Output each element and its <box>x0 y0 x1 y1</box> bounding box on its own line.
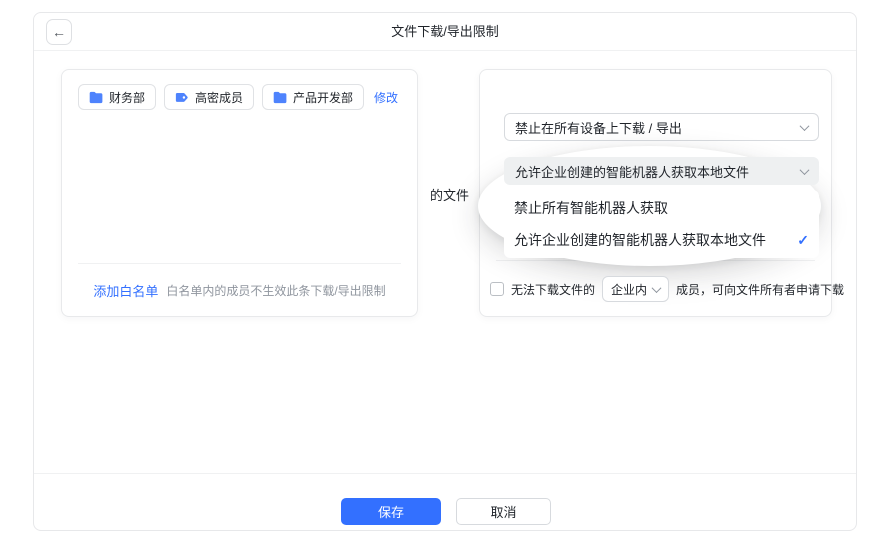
tag-icon <box>175 91 189 104</box>
request-text-after: 成员，可向文件所有者申请下载 <box>676 282 845 297</box>
add-whitelist-link[interactable]: 添加白名单 <box>93 281 158 300</box>
left-panel-divider <box>78 263 401 264</box>
dialog-header: ← 文件下载/导出限制 <box>34 13 856 51</box>
device-restriction-select[interactable]: 禁止在所有设备上下载 / 导出 <box>504 113 819 141</box>
tag-high-security-members[interactable]: 高密成员 <box>164 84 255 110</box>
cancel-button[interactable]: 取消 <box>456 498 551 525</box>
dropdown-option-allow-enterprise-robots[interactable]: 允许企业创建的智能机器人获取本地文件 ✓ <box>504 224 819 256</box>
robot-access-select[interactable]: 允许企业创建的智能机器人获取本地文件 <box>504 157 819 185</box>
modify-scope-link[interactable]: 修改 <box>374 89 398 106</box>
request-text-before: 无法下载文件的 <box>511 282 596 297</box>
scope-panel: 财务部 高密成员 产品开发部 修改 添加白名单 白名单内的成员不生效此条下载/导… <box>61 69 418 317</box>
robot-access-value: 允许企业创建的智能机器人获取本地文件 <box>515 164 750 180</box>
tag-finance-dept[interactable]: 财务部 <box>78 84 157 110</box>
tag-label: 高密成员 <box>195 90 244 105</box>
chevron-down-icon <box>651 282 662 293</box>
dropdown-option-forbid-all-robots[interactable]: 禁止所有智能机器人获取 <box>504 192 819 224</box>
device-restriction-value: 禁止在所有设备上下载 / 导出 <box>515 120 682 136</box>
page-title: 文件下载/导出限制 <box>391 24 499 39</box>
footer-divider <box>34 473 856 474</box>
option-label: 禁止所有智能机器人获取 <box>514 200 668 216</box>
tag-label: 财务部 <box>109 90 146 105</box>
connector-label: 的文件 <box>430 188 470 203</box>
member-scope-select[interactable]: 企业内 <box>602 276 670 302</box>
option-label: 允许企业创建的智能机器人获取本地文件 <box>514 232 766 248</box>
folder-icon <box>273 91 287 104</box>
whitelist-hint-text: 白名单内的成员不生效此条下载/导出限制 <box>166 283 386 298</box>
tag-product-dev-dept[interactable]: 产品开发部 <box>262 84 365 110</box>
member-scope-value: 企业内 <box>611 282 648 297</box>
scope-tags-row: 财务部 高密成员 产品开发部 修改 <box>78 84 398 110</box>
robot-access-dropdown-menu: 禁止所有智能机器人获取 允许企业创建的智能机器人获取本地文件 ✓ <box>504 190 819 258</box>
tag-label: 产品开发部 <box>293 90 354 105</box>
check-icon: ✓ <box>797 231 809 248</box>
rules-panel: 禁止在所有设备上下载 / 导出 允许企业创建的智能机器人获取本地文件 禁止所有智… <box>478 69 844 317</box>
chevron-down-icon <box>799 120 810 131</box>
request-download-row: 无法下载文件的 企业内 成员，可向文件所有者申请下载 <box>490 275 844 303</box>
whitelist-row: 添加白名单 白名单内的成员不生效此条下载/导出限制 <box>62 277 417 303</box>
restriction-dialog: ← 文件下载/导出限制 财务部 高密成员 产品开发部 修改 添加白名单 白名单内… <box>33 12 857 531</box>
save-button[interactable]: 保存 <box>341 498 441 525</box>
chevron-down-icon <box>799 164 810 175</box>
folder-icon <box>89 91 103 104</box>
request-download-checkbox[interactable] <box>490 282 504 296</box>
